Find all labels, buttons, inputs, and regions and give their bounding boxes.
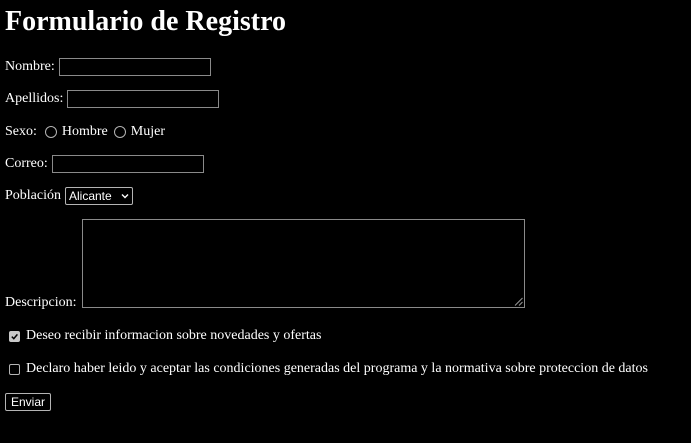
descripcion-row: Descripcion: (5, 292, 77, 314)
registration-page: Formulario de Registro Nombre: Apellidos… (0, 0, 691, 443)
checkmark-icon (11, 333, 18, 340)
apellidos-row: Apellidos: (5, 88, 220, 110)
radio-hombre-label[interactable]: Hombre (62, 124, 108, 140)
radio-hombre[interactable] (44, 126, 57, 138)
nombre-row: Nombre: (5, 56, 211, 78)
chevron-down-icon (121, 194, 129, 199)
poblacion-selected-value: Alicante (69, 189, 112, 203)
correo-input[interactable] (51, 155, 204, 173)
enviar-button[interactable]: Enviar (5, 393, 52, 411)
poblacion-select[interactable]: Alicante (65, 187, 133, 205)
novedades-row: Deseo recibir informacion sobre novedade… (5, 325, 321, 347)
correo-label: Correo: (5, 156, 48, 171)
resize-grip-icon[interactable] (514, 297, 523, 306)
nombre-input[interactable] (58, 58, 211, 76)
condiciones-label[interactable]: Declaro haber leido y aceptar las condic… (26, 361, 648, 377)
poblacion-label: Población (5, 188, 61, 203)
poblacion-row: Población Alicante (5, 185, 133, 207)
radio-mujer-label[interactable]: Mujer (131, 124, 165, 140)
condiciones-checkbox[interactable] (9, 363, 20, 375)
condiciones-row: Declaro haber leido y aceptar las condic… (5, 358, 648, 380)
descripcion-label: Descripcion: (5, 295, 77, 310)
novedades-label[interactable]: Deseo recibir informacion sobre novedade… (26, 328, 321, 344)
novedades-checkbox[interactable] (9, 330, 20, 342)
apellidos-input[interactable] (67, 90, 220, 108)
radio-mujer[interactable] (113, 126, 126, 138)
submit-row: Enviar (5, 391, 52, 413)
page-title: Formulario de Registro (5, 6, 286, 37)
apellidos-label: Apellidos: (5, 91, 64, 106)
sexo-label: Sexo: (5, 124, 37, 139)
correo-row: Correo: (5, 153, 204, 175)
nombre-label: Nombre: (5, 59, 55, 74)
descripcion-textarea[interactable] (82, 219, 525, 308)
sexo-row: Sexo: Hombre Mujer (5, 121, 165, 143)
